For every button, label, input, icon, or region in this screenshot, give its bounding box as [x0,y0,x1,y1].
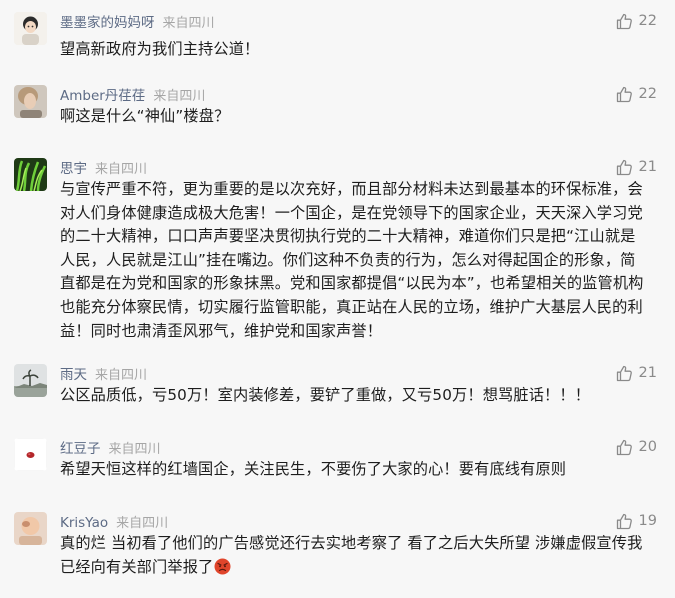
like-button[interactable]: 22 [616,85,657,103]
thumbs-up-icon [616,159,632,175]
comment-location: 来自四川 [162,16,215,31]
commenter-name[interactable]: 墨墨家的妈妈呀 [60,15,155,31]
like-count: 20 [638,439,657,455]
commenter-name[interactable]: 雨天 [60,367,87,383]
comment-meta: KrisYao 来自四川 [60,514,168,533]
thumbs-up-icon [616,13,632,29]
comment-text: 希望天恒这样的红墙国企，关注民生，不要伤了大家的心！要有底线有原则 [60,460,567,478]
like-count: 19 [638,513,657,529]
comment-location: 来自四川 [108,442,161,457]
comment-text-body: 真的烂 当初看了他们的广告感觉还行去实地考察了 看了之后大失所望 涉嫌虚假宣传我… [60,534,643,576]
comment-location: 来自四川 [95,162,148,177]
avatar[interactable] [14,512,47,545]
thumbs-up-icon [616,513,632,529]
commenter-name[interactable]: 红豆子 [60,441,101,457]
comment-meta: Amber丹荏荏 来自四川 [60,87,205,106]
like-count: 21 [638,159,657,175]
comment-text: 公区品质低，亏50万！室内装修差，要铲了重做，又亏50万！想骂脏话！！！ [60,386,591,404]
avatar[interactable] [14,85,47,118]
like-button[interactable]: 21 [616,364,657,382]
like-count: 22 [638,86,657,102]
commenter-name[interactable]: Amber丹荏荏 [60,88,145,104]
thumbs-up-icon [616,365,632,381]
like-button[interactable]: 22 [616,12,657,30]
like-count: 21 [638,365,657,381]
comment-meta: 墨墨家的妈妈呀 来自四川 [60,14,215,33]
comment-text: 望高新政府为我们主持公道！ [60,40,260,58]
comment-location: 来自四川 [153,89,206,104]
comment-meta: 雨天 来自四川 [60,366,147,385]
comment-location: 来自四川 [95,368,148,383]
commenter-name[interactable]: KrisYao [60,515,108,531]
comment-text: 啊这是什么“神仙”楼盘？ [60,107,230,125]
thumbs-up-icon [616,439,632,455]
like-button[interactable]: 19 [616,512,657,530]
commenter-name[interactable]: 思宇 [60,161,87,177]
angry-face-icon [214,558,231,575]
comment-text: 与宣传严重不符，更为重要的是以次充好，而且部分材料未达到最基本的环保标准，会对人… [60,180,644,340]
comment-location: 来自四川 [116,516,169,531]
thumbs-up-icon [616,86,632,102]
like-count: 22 [638,13,657,29]
like-button[interactable]: 20 [616,438,657,456]
comment-meta: 思宇 来自四川 [60,160,147,179]
like-button[interactable]: 21 [616,158,657,176]
comment-meta: 红豆子 来自四川 [60,440,161,459]
avatar[interactable] [14,12,47,45]
comment-text: 真的烂 当初看了他们的广告感觉还行去实地考察了 看了之后大失所望 涉嫌虚假宣传我… [60,532,650,579]
avatar[interactable] [14,364,47,397]
avatar[interactable] [14,438,47,471]
avatar[interactable] [14,158,47,191]
